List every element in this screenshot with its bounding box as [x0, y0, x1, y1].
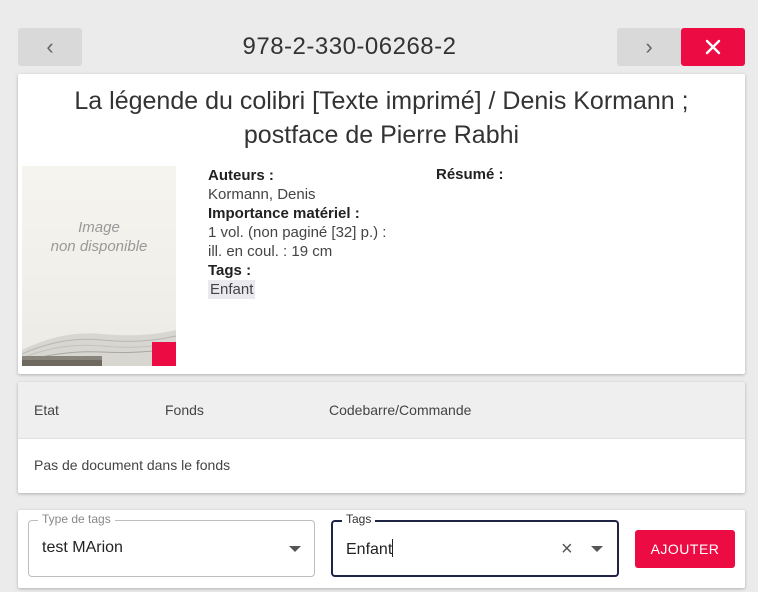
cover-placeholder: Image non disponible [22, 218, 176, 256]
tag-type-select[interactable]: Type de tags test MArion [28, 512, 315, 577]
book-title: La légende du colibri [Texte imprimé] / … [74, 87, 689, 149]
cover-placeholder-line1: Image [78, 219, 120, 236]
isbn-title: 978-2-330-06268-2 [242, 33, 457, 60]
tags-select[interactable]: Tags Enfant × [331, 512, 619, 577]
tag-chip[interactable]: Enfant [208, 280, 256, 299]
clear-icon[interactable]: × [561, 539, 573, 559]
material-line2: ill. en coul. : 19 cm [208, 243, 333, 260]
book-metadata: Auteurs : Kormann, Denis Importance maté… [208, 166, 428, 299]
resume-label: Résumé : [436, 166, 504, 183]
next-button[interactable]: › [617, 28, 681, 66]
column-header-etat[interactable]: Etat [34, 402, 59, 418]
cover-placeholder-line2: non disponible [50, 238, 148, 255]
material-line1: 1 vol. (non paginé [32] p.) : [208, 224, 387, 241]
column-header-codebarre[interactable]: Codebarre/Commande [329, 402, 471, 418]
cover-image: Image non disponible [22, 166, 176, 366]
book-card: La légende du colibri [Texte imprimé] / … [18, 74, 745, 374]
close-icon [705, 39, 721, 55]
text-cursor [392, 539, 394, 557]
fonds-empty-message: Pas de document dans le fonds [34, 457, 231, 473]
dropdown-arrow-icon[interactable] [591, 546, 603, 552]
authors-value: Kormann, Denis [208, 186, 316, 203]
dropdown-arrow-icon[interactable] [289, 546, 301, 552]
tags-field-label: Tags [342, 512, 376, 526]
tag-type-value: test MArion [42, 539, 123, 556]
cover-accent-mark [152, 342, 176, 366]
tags-label: Tags : [208, 262, 252, 279]
close-button[interactable] [681, 28, 745, 66]
tags-field-input[interactable]: Enfant [346, 539, 394, 559]
add-tag-form: Type de tags test MArion Tags Enfant × A… [18, 510, 745, 588]
add-button[interactable]: AJOUTER [635, 530, 735, 568]
chevron-left-icon: ‹ [46, 34, 54, 59]
tag-type-label: Type de tags [38, 512, 115, 526]
material-label: Importance matériel : [208, 205, 360, 222]
previous-button[interactable]: ‹ [18, 28, 82, 66]
chevron-right-icon: › [645, 34, 653, 59]
authors-label: Auteurs : [208, 167, 274, 184]
fonds-table: Etat Fonds Codebarre/Commande Pas de doc… [18, 382, 745, 493]
column-header-fonds[interactable]: Fonds [165, 402, 204, 418]
fonds-table-header: Etat Fonds Codebarre/Commande [18, 382, 745, 439]
